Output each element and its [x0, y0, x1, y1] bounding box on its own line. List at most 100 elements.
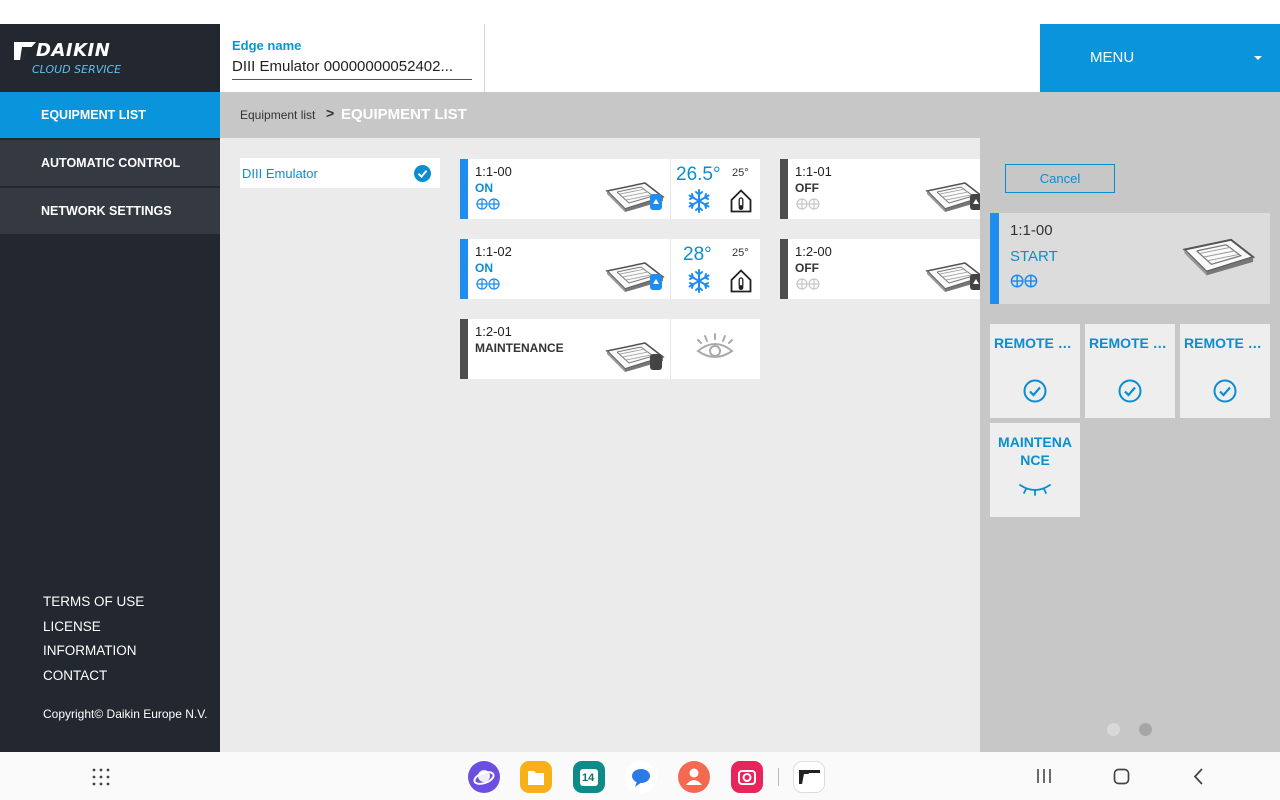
system-navigation-bar: 14: [0, 752, 1280, 800]
equipment-status: OFF: [795, 181, 819, 195]
group-label: DIII Emulator: [242, 166, 318, 181]
daikin-logo-mark-icon: [14, 42, 36, 60]
control-panel: Cancel 1:1-00 START REMOTE CONTROL...: [980, 138, 1280, 752]
copyright-text: Copyright© Daikin Europe N.V.: [43, 707, 208, 721]
back-button-icon[interactable]: [1192, 768, 1204, 785]
tile-label: REMOTE CONTROL...: [1184, 335, 1270, 351]
menu-button[interactable]: MENU: [1040, 24, 1280, 92]
room-temperature: 26.5°: [676, 164, 721, 185]
tile-label: REMOTE CONTROL...: [994, 335, 1080, 351]
group-list-item[interactable]: DIII Emulator: [240, 158, 440, 188]
remote-control-tile[interactable]: REMOTE CONTROL...: [990, 324, 1080, 418]
equipment-card[interactable]: 1:1-02 ON 28° 25°: [460, 239, 760, 299]
contact-link[interactable]: CONTACT: [43, 666, 144, 691]
fan-mode-icon: [1010, 274, 1038, 288]
home-button-icon[interactable]: [1113, 768, 1130, 785]
status-bar: [460, 239, 468, 299]
room-temperature: 28°: [683, 244, 712, 265]
logo-subtitle: CLOUD SERVICE: [32, 63, 122, 76]
check-circle-icon: [1213, 379, 1237, 403]
fan-mode-icon: [796, 278, 820, 290]
edge-name-field[interactable]: DIII Emulator 00000000052402...: [232, 58, 472, 80]
equipment-status: MAINTENANCE: [475, 341, 564, 355]
fan-mode-icon: [796, 198, 820, 210]
cooling-mode-icon: [688, 189, 710, 213]
selected-equipment-card: 1:1-00 START: [990, 213, 1270, 304]
files-app-icon[interactable]: [520, 761, 552, 793]
daikin-app-icon[interactable]: [793, 761, 825, 793]
breadcrumb: Equipment list > EQUIPMENT LIST: [220, 92, 1280, 138]
maintenance-tile[interactable]: MAINTENANCE: [990, 423, 1080, 517]
equipment-area: DIII Emulator 1:1-00 ON 26.5° 25° 1:1-01…: [220, 138, 1080, 752]
status-bar: [460, 159, 468, 219]
indoor-unit-icon: [925, 182, 985, 212]
card-divider: [670, 159, 671, 219]
license-link[interactable]: LICENSE: [43, 617, 144, 642]
indoor-unit-icon: [1182, 238, 1256, 276]
remote-control-tile[interactable]: REMOTE CONTROL...: [1085, 324, 1175, 418]
app-drawer-icon[interactable]: [92, 768, 110, 786]
remote-control-tile[interactable]: REMOTE CONTROL...: [1180, 324, 1270, 418]
calendar-app-icon[interactable]: 14: [573, 761, 605, 793]
equipment-id: 1:1-02: [475, 244, 512, 259]
status-bar: [460, 319, 468, 379]
check-circle-icon: [1023, 379, 1047, 403]
check-circle-icon: [1118, 379, 1142, 403]
page-indicator-dot-active[interactable]: [1139, 723, 1152, 736]
indoor-unit-icon: [605, 262, 665, 292]
eye-icon: [696, 333, 734, 358]
indoor-unit-icon: [605, 342, 665, 372]
calendar-day: 14: [582, 772, 595, 784]
page-indicator-dot[interactable]: [1107, 723, 1120, 736]
footer-links: TERMS OF USE LICENSE INFORMATION CONTACT: [43, 592, 144, 690]
home-temperature-icon: [730, 189, 752, 213]
equipment-card[interactable]: 1:1-00 ON 26.5° 25°: [460, 159, 760, 219]
selected-equipment-status: START: [1010, 248, 1058, 265]
dock-divider: [778, 768, 779, 786]
equipment-id: 1:1-01: [795, 164, 832, 179]
daikin-logo: DAIKIN CLOUD SERVICE: [0, 24, 220, 92]
indoor-unit-icon: [925, 262, 985, 292]
caret-down-icon: [1254, 56, 1262, 60]
contacts-app-icon[interactable]: [678, 761, 710, 793]
messages-app-icon[interactable]: [625, 761, 657, 793]
status-bar: [780, 159, 788, 219]
indoor-unit-icon: [605, 182, 665, 212]
breadcrumb-separator: >: [326, 105, 335, 121]
sidebar-item-equipment-list[interactable]: EQUIPMENT LIST: [0, 92, 220, 138]
breadcrumb-equipment-list-link[interactable]: Equipment list: [240, 108, 315, 122]
recent-apps-icon[interactable]: [1036, 768, 1052, 784]
status-bar: [780, 239, 788, 299]
setpoint-temperature: 25°: [732, 167, 749, 179]
tile-label: MAINTENANCE: [998, 434, 1072, 468]
fan-mode-icon: [476, 278, 500, 290]
camera-app-icon[interactable]: [731, 761, 763, 793]
closed-eye-icon: [1019, 484, 1051, 496]
terms-of-use-link[interactable]: TERMS OF USE: [43, 592, 144, 617]
tile-label: REMOTE CONTROL...: [1089, 335, 1175, 351]
page-title: EQUIPMENT LIST: [341, 106, 467, 123]
equipment-status: ON: [475, 261, 493, 275]
equipment-status: OFF: [795, 261, 819, 275]
internet-app-icon[interactable]: [468, 761, 500, 793]
equipment-id: 1:2-01: [475, 324, 512, 339]
check-circle-icon: [414, 165, 431, 182]
equipment-id: 1:1-00: [475, 164, 512, 179]
equipment-id: 1:2-00: [795, 244, 832, 259]
menu-label: MENU: [1090, 49, 1135, 66]
equipment-card[interactable]: 1:2-01 MAINTENANCE: [460, 319, 760, 379]
sidebar-item-network-settings[interactable]: NETWORK SETTINGS: [0, 188, 220, 234]
header-divider: [484, 24, 485, 92]
edge-name-label: Edge name: [232, 38, 302, 53]
information-link[interactable]: INFORMATION: [43, 641, 144, 666]
status-bar: [990, 213, 999, 304]
sidebar-item-automatic-control[interactable]: AUTOMATIC CONTROL: [0, 140, 220, 186]
cancel-button[interactable]: Cancel: [1005, 164, 1115, 193]
card-divider: [670, 319, 671, 379]
logo-text: DAIKIN: [36, 40, 111, 61]
cooling-mode-icon: [688, 269, 710, 293]
selected-equipment-id: 1:1-00: [1010, 222, 1053, 239]
home-temperature-icon: [730, 269, 752, 293]
app-header: DAIKIN CLOUD SERVICE Edge name DIII Emul…: [0, 24, 1280, 92]
fan-mode-icon: [476, 198, 500, 210]
